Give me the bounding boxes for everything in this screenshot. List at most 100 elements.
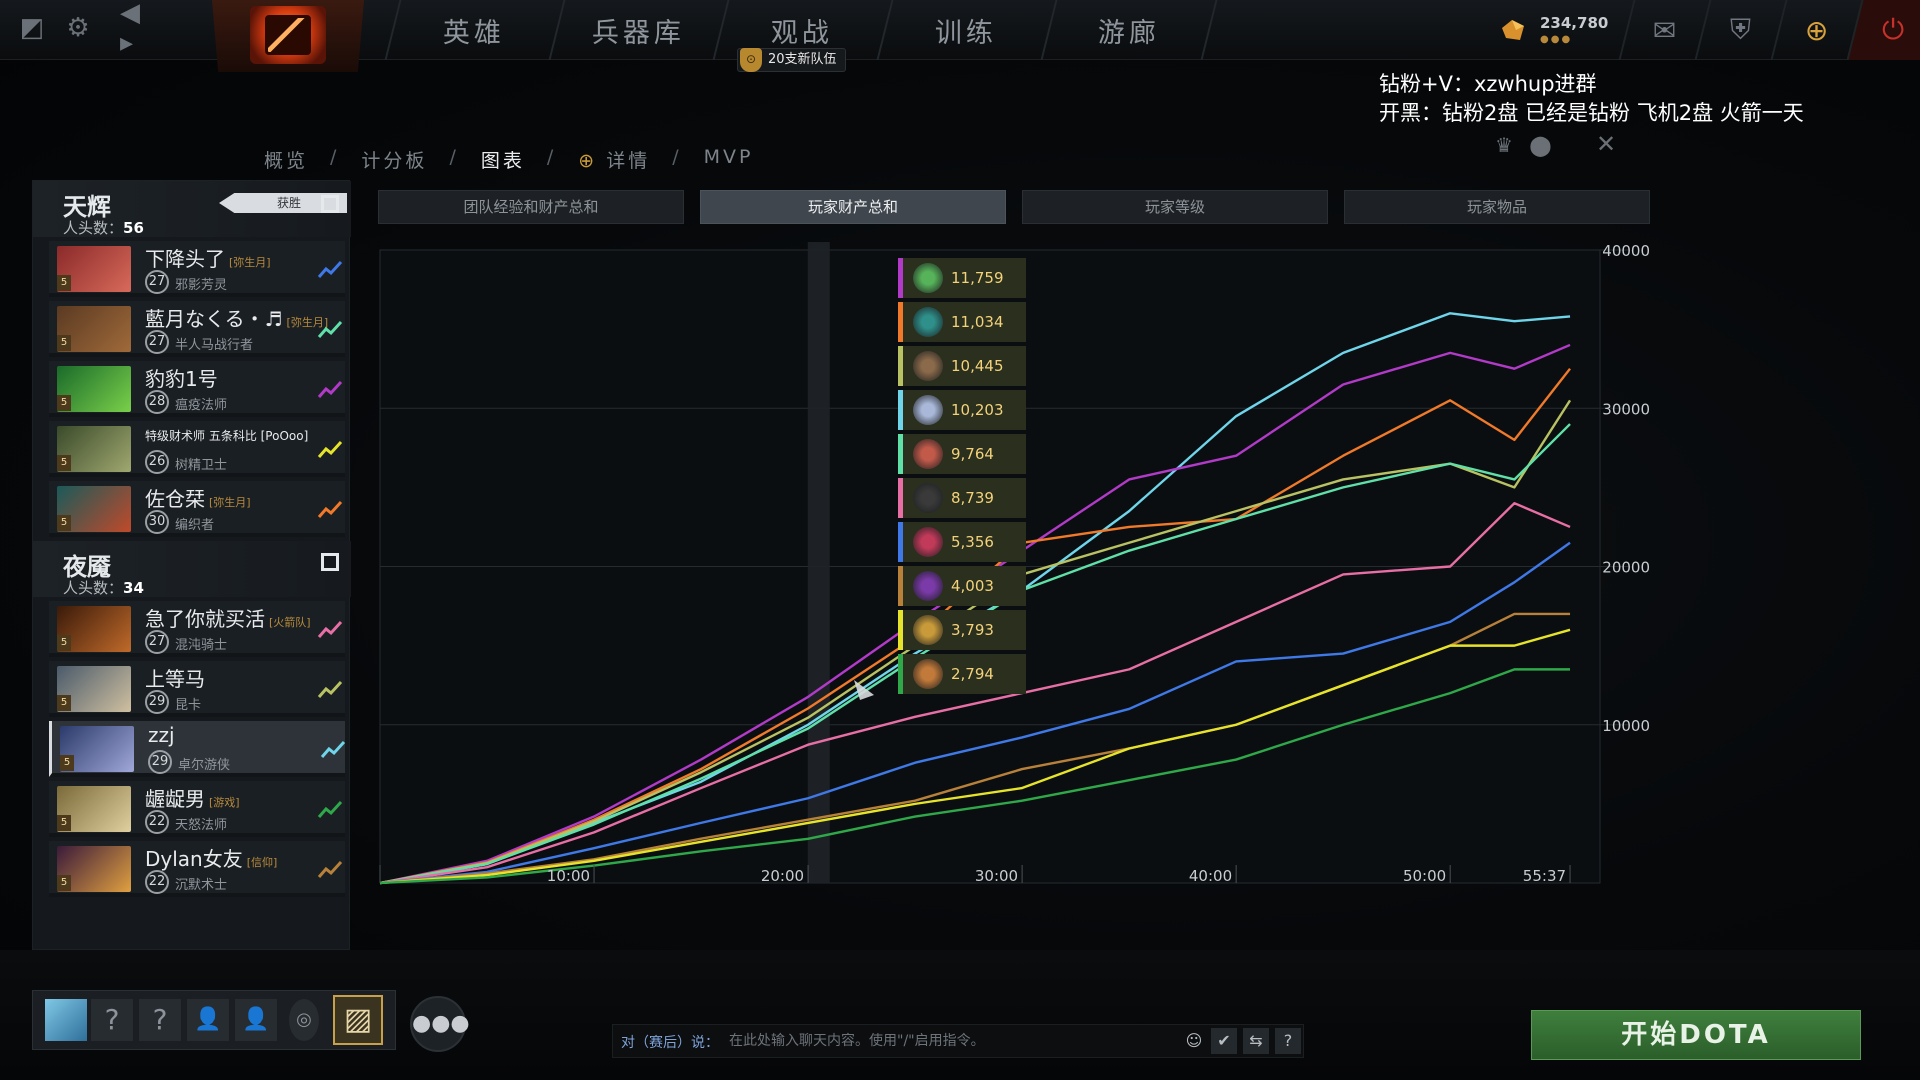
- chart-tab-player-networth[interactable]: 玩家财产总和: [700, 190, 1006, 224]
- player-row[interactable]: 5 特级财术师 五条科比 [PoOoo] 26 树精卫士: [49, 421, 345, 477]
- dire-kills: 人头数：34: [63, 579, 144, 597]
- start-dota-button[interactable]: 开始DOTA: [1531, 1010, 1861, 1060]
- player-name[interactable]: 特级财术师 五条科比 [PoOoo]: [145, 427, 312, 444]
- radiant-toggle-checkbox[interactable]: [321, 195, 339, 213]
- player-row[interactable]: 5 下降头了 [弥生月] 27 邪影芳灵: [49, 241, 345, 297]
- graph-line-toggle-icon[interactable]: [317, 377, 345, 401]
- live-badge[interactable]: ⊙ 20支新队伍: [737, 48, 846, 72]
- stream-overlay-text: 钻粉+V：xzwhup进群 开黑：钻粉2盘 已经是钻粉 飞机2盘 火箭一天: [1379, 70, 1804, 128]
- tab-details[interactable]: ⊕ 详情: [578, 146, 650, 173]
- tooltip-color-bar: [898, 654, 903, 694]
- graph-line-toggle-icon[interactable]: [317, 797, 345, 821]
- tournament-ticket-icon[interactable]: ▨: [333, 995, 383, 1045]
- chat-input[interactable]: [729, 1028, 1169, 1054]
- y-tick-label: 20000: [1602, 559, 1650, 577]
- tab-overview[interactable]: 概览: [264, 146, 308, 173]
- player-name[interactable]: 佐仓栞 [弥生月]: [145, 483, 251, 512]
- tab-graphs[interactable]: 图表: [481, 146, 525, 173]
- x-tick-label: 20:00: [761, 867, 804, 885]
- party-slot-unknown[interactable]: ?: [139, 999, 181, 1041]
- hero-level: 27: [145, 270, 169, 294]
- graph-line-toggle-icon[interactable]: [320, 737, 348, 761]
- overlay-line-1: 钻粉+V：xzwhup进群: [1379, 72, 1597, 96]
- player-row[interactable]: 5 龌龊男 [游戏] 22 天怒法师: [49, 781, 345, 837]
- player-row[interactable]: 5 急了你就买活 [火箭队] 27 混沌骑士: [49, 601, 345, 657]
- hero-name: 卓尔游侠: [178, 758, 231, 773]
- party-members-icon[interactable]: ●●●: [410, 996, 470, 1052]
- help-icon[interactable]: ?: [1275, 1028, 1301, 1054]
- dota-logo-button[interactable]: [212, 0, 364, 72]
- crown-icon[interactable]: ♛: [1495, 133, 1513, 157]
- dota-menu-icon[interactable]: ◩: [14, 10, 50, 46]
- check-icon[interactable]: ✔: [1211, 1028, 1237, 1054]
- x-tick-label: 30:00: [975, 867, 1018, 885]
- party-slot-empty-icon[interactable]: 👤: [187, 999, 229, 1041]
- player-name[interactable]: 藍月なくる・♬ [弥生月]: [145, 303, 328, 332]
- nav-tab-arcade[interactable]: 游廊: [1040, 0, 1218, 60]
- player-name[interactable]: zzj: [148, 723, 179, 747]
- hero-level: 29: [148, 750, 172, 774]
- hero-name: 编织者: [175, 518, 215, 533]
- pin-icon[interactable]: ⬤: [1529, 133, 1551, 157]
- rank-badge-icon: 5: [57, 635, 71, 651]
- player-name[interactable]: 龌龊男 [游戏]: [145, 783, 240, 812]
- tooltip-row: 8,739: [898, 478, 1026, 518]
- tooltip-row: 11,034: [898, 302, 1026, 342]
- hero-name: 邪影芳灵: [175, 278, 228, 293]
- party-slot-unknown[interactable]: ?: [91, 999, 133, 1041]
- player-row[interactable]: 5 藍月なくる・♬ [弥生月] 27 半人马战行者: [49, 301, 345, 357]
- tab-scoreboard[interactable]: 计分板: [361, 146, 427, 173]
- party-slot-empty-icon[interactable]: 👤: [235, 999, 277, 1041]
- chart-tab-team-xp-gold[interactable]: 团队经验和财产总和: [378, 190, 684, 224]
- player-row[interactable]: 5 上等马 29 昆卡: [49, 661, 345, 717]
- graph-line-toggle-icon[interactable]: [317, 677, 345, 701]
- tooltip-color-bar: [898, 478, 903, 518]
- hero-icon: [913, 571, 943, 601]
- player-avatar[interactable]: [45, 999, 87, 1041]
- tab-mvp[interactable]: MVP: [704, 146, 754, 173]
- graph-line-toggle-icon[interactable]: [317, 317, 345, 341]
- player-row[interactable]: 5 豹豹1号 28 瘟疫法师: [49, 361, 345, 417]
- dire-toggle-checkbox[interactable]: [321, 553, 339, 571]
- tooltip-row: 9,764: [898, 434, 1026, 474]
- emoji-icon[interactable]: ☺: [1181, 1028, 1207, 1054]
- player-name[interactable]: 急了你就买活 [火箭队]: [145, 603, 311, 632]
- guild-tag: [游戏]: [209, 796, 240, 809]
- back-arrow-icon[interactable]: ◀ ▸: [120, 0, 160, 58]
- graph-line-toggle-icon[interactable]: [317, 437, 345, 461]
- player-row[interactable]: 5 佐仓栞 [弥生月] 30 编织者: [49, 481, 345, 537]
- graph-line-toggle-icon[interactable]: [317, 257, 345, 281]
- tooltip-networth-value: 10,203: [951, 401, 1004, 419]
- tab-separator: /: [449, 146, 459, 168]
- tooltip-color-bar: [898, 610, 903, 650]
- player-name[interactable]: 豹豹1号: [145, 363, 222, 392]
- hero-icon: [913, 351, 943, 381]
- chat-channel-label[interactable]: 对（赛后）说：: [621, 1032, 719, 1052]
- gear-icon[interactable]: ⚙: [60, 10, 96, 46]
- close-icon[interactable]: ✕: [1596, 130, 1616, 158]
- tooltip-row: 3,793: [898, 610, 1026, 650]
- tooltip-row: 10,203: [898, 390, 1026, 430]
- player-row[interactable]: 5 zzj 29 卓尔游侠: [49, 721, 348, 777]
- tooltip-color-bar: [898, 258, 903, 298]
- hero-icon: [913, 307, 943, 337]
- nav-tab-heroes[interactable]: 英雄: [384, 0, 562, 60]
- graph-line-toggle-icon[interactable]: [317, 497, 345, 521]
- nav-tab-learn[interactable]: 训练: [876, 0, 1054, 60]
- nav-tab-armory[interactable]: 兵器库: [548, 0, 726, 60]
- chart-tab-player-level[interactable]: 玩家等级: [1022, 190, 1328, 224]
- player-row[interactable]: 5 Dylan女友 [信仰] 22 沉默术士: [49, 841, 345, 897]
- voice-chat-icon[interactable]: ◎: [289, 999, 319, 1041]
- x-tick-label: 55:37: [1523, 867, 1566, 885]
- graph-line-toggle-icon[interactable]: [317, 617, 345, 641]
- player-name[interactable]: 下降头了 [弥生月]: [145, 243, 271, 272]
- post-game-subtabs: 概览 / 计分板 / 图表 / ⊕ 详情 / MVP: [264, 146, 776, 173]
- player-name[interactable]: Dylan女友 [信仰]: [145, 843, 277, 872]
- graph-line-toggle-icon[interactable]: [317, 857, 345, 881]
- share-icon[interactable]: ⇆: [1243, 1028, 1269, 1054]
- player-name[interactable]: 上等马: [145, 663, 209, 692]
- tooltip-networth-value: 3,793: [951, 621, 994, 639]
- chart-tab-player-items[interactable]: 玩家物品: [1344, 190, 1650, 224]
- hero-name: 树精卫士: [175, 458, 228, 473]
- tooltip-row: 4,003: [898, 566, 1026, 606]
